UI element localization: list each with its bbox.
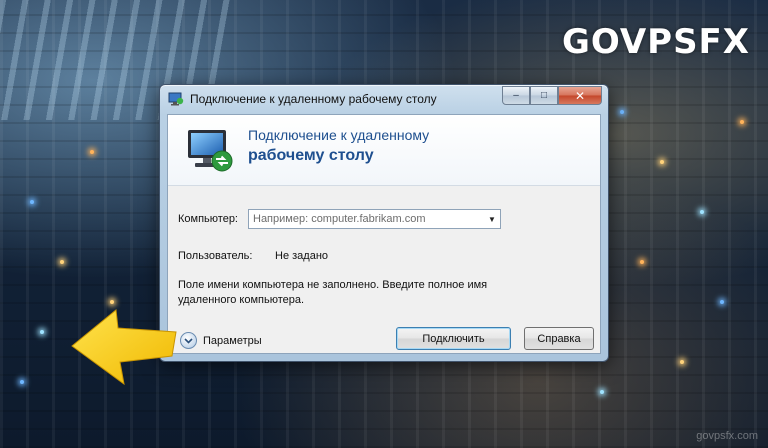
computer-combobox[interactable]: Например: computer.fabrikam.com ▼: [248, 209, 501, 229]
help-button[interactable]: Справка: [524, 327, 594, 350]
form-area: Компьютер: Например: computer.fabrikam.c…: [168, 186, 600, 353]
maximize-button[interactable]: □: [530, 86, 558, 105]
server-light: [660, 160, 664, 164]
rdp-window: Подключение к удаленному рабочему столу …: [159, 84, 609, 362]
window-controls: – □ ✕: [502, 86, 602, 105]
banner-title-line1: Подключение к удаленному: [248, 127, 430, 143]
server-light: [680, 360, 684, 364]
minimize-button[interactable]: –: [502, 86, 530, 105]
options-toggle[interactable]: Параметры: [180, 332, 262, 349]
server-light: [720, 300, 724, 304]
chevron-down-icon[interactable]: [180, 332, 197, 349]
server-light: [40, 330, 44, 334]
remote-desktop-icon: [168, 92, 184, 106]
server-light: [30, 200, 34, 204]
options-label[interactable]: Параметры: [203, 335, 262, 347]
server-light: [90, 150, 94, 154]
header-banner: Подключение к удаленному рабочему столу: [168, 115, 600, 186]
window-client: Подключение к удаленному рабочему столу …: [167, 114, 601, 354]
watermark: govpsfx.com: [696, 430, 758, 442]
title-bar[interactable]: Подключение к удаленному рабочему столу …: [160, 85, 608, 113]
user-label: Пользователь:: [178, 250, 253, 262]
server-light: [60, 260, 64, 264]
server-light: [740, 120, 744, 124]
validation-message: Поле имени компьютера не заполнено. Введ…: [178, 279, 488, 306]
brand-logo-text: GOVPSFX: [561, 22, 750, 62]
banner-title-line2: рабочему столу: [248, 147, 374, 164]
close-button[interactable]: ✕: [558, 86, 602, 105]
user-value: Не задано: [275, 250, 329, 262]
chevron-down-icon[interactable]: ▼: [484, 215, 500, 224]
window-title: Подключение к удаленному рабочему столу: [190, 92, 437, 106]
server-light: [640, 260, 644, 264]
server-light: [110, 300, 114, 304]
server-light: [700, 210, 704, 214]
server-light: [620, 110, 624, 114]
server-light: [20, 380, 24, 384]
remote-desktop-icon: [188, 130, 233, 172]
connect-button[interactable]: Подключить: [396, 327, 511, 350]
brand-logo: GOVPSFX: [562, 22, 750, 62]
computer-input[interactable]: Например: computer.fabrikam.com: [249, 213, 484, 225]
computer-label: Компьютер:: [178, 213, 238, 225]
yellow-arrow-icon: [71, 309, 177, 386]
server-light: [600, 390, 604, 394]
